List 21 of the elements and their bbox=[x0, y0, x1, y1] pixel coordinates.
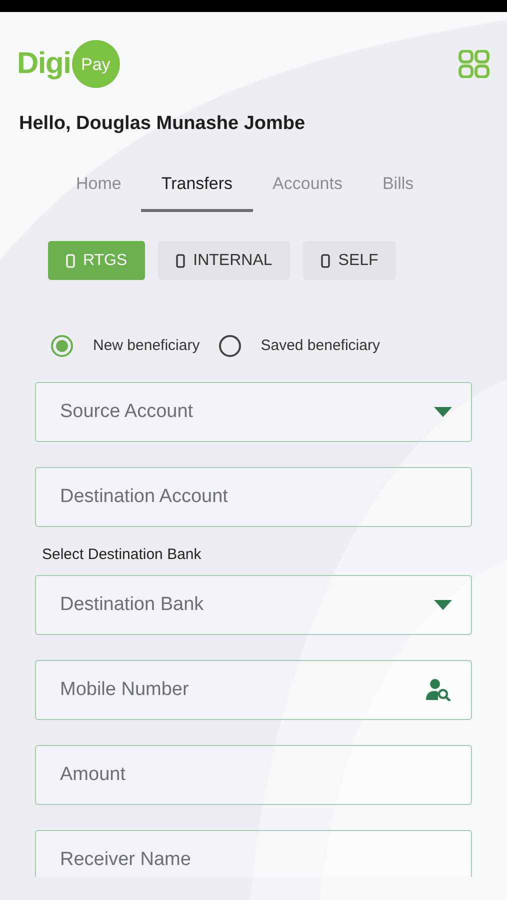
beneficiary-radio[interactable]: Saved beneficiary bbox=[218, 334, 380, 358]
phone-icon bbox=[66, 254, 75, 268]
input-field[interactable]: Mobile Number bbox=[35, 660, 472, 720]
input-field[interactable]: Receiver Name bbox=[35, 830, 472, 876]
grid-menu-icon[interactable] bbox=[458, 50, 490, 78]
input-field[interactable]: Destination Account bbox=[35, 467, 472, 527]
input-field[interactable]: Amount bbox=[35, 744, 472, 804]
dropdown-caret-icon bbox=[434, 600, 452, 610]
phone-icon bbox=[176, 254, 186, 268]
dropdown-field[interactable]: Destination Bank bbox=[35, 574, 472, 634]
dropdown-caret-icon bbox=[434, 407, 452, 417]
beneficiary-radio[interactable]: New beneficiary bbox=[50, 334, 200, 358]
nav-tab[interactable]: Transfers bbox=[141, 168, 253, 212]
dropdown-field[interactable]: Source Account bbox=[35, 382, 472, 442]
transfer-type-button[interactable]: INTERNAL bbox=[158, 241, 290, 280]
contact-search-icon bbox=[426, 678, 452, 700]
logo-text: Digi bbox=[17, 49, 71, 79]
greeting: Hello, Douglas Munashe Jombe bbox=[18, 112, 306, 136]
phone-icon bbox=[321, 254, 330, 268]
field-label: Select Destination Bank bbox=[41, 545, 202, 565]
transfer-type-button[interactable]: SELF bbox=[303, 241, 396, 280]
